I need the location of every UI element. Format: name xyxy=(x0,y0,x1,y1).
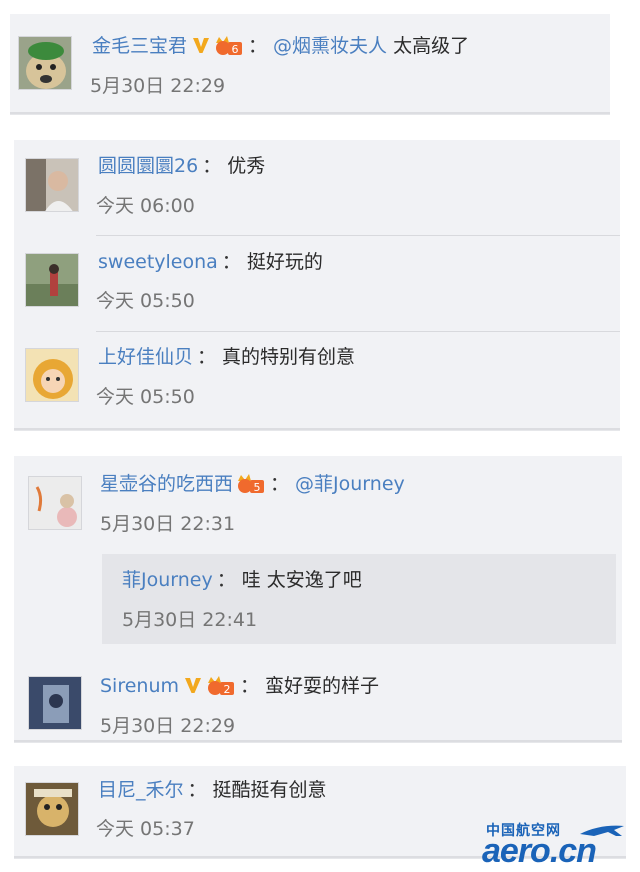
username-link[interactable]: 菲Journey xyxy=(122,569,213,591)
svg-text:5: 5 xyxy=(254,481,261,494)
avatar[interactable] xyxy=(25,348,79,402)
airplane-icon xyxy=(580,825,624,836)
colon: ： xyxy=(187,779,207,801)
verified-v-icon xyxy=(183,675,203,695)
username-link[interactable]: Sirenum xyxy=(100,675,179,697)
mention-link[interactable]: @烟熏妆夫人 xyxy=(273,35,387,57)
comment-text: 蛮好耍的样子 xyxy=(265,675,380,697)
member-level-icon: 5 xyxy=(236,472,266,494)
username-link[interactable]: 上好佳仙贝 xyxy=(98,346,193,368)
reply-line: 菲Journey：哇 太安逸了吧 xyxy=(122,568,362,592)
comment-line: 目尼_禾尔：挺酷挺有创意 xyxy=(98,778,327,802)
avatar[interactable] xyxy=(28,476,82,530)
comment-line: 圆圆圜圜26：优秀 xyxy=(98,154,265,178)
reply-text: 哇 太安逸了吧 xyxy=(241,569,362,591)
avatar-image xyxy=(29,477,81,529)
member-level-icon: 6 xyxy=(214,34,244,56)
username-link[interactable]: 目尼_禾尔 xyxy=(98,779,184,801)
comment-line: 上好佳仙贝：真的特别有创意 xyxy=(98,345,355,369)
username-link[interactable]: 星壶谷的吃西西 xyxy=(100,473,233,495)
avatar-image xyxy=(26,783,78,835)
username-link[interactable]: sweetyleona xyxy=(98,251,218,273)
comment-time: 今天 05:50 xyxy=(96,290,195,312)
avatar-image xyxy=(19,37,71,89)
avatar[interactable] xyxy=(25,253,79,307)
comment-time: 今天 05:37 xyxy=(96,818,195,840)
comment-line: sweetyleona：挺好玩的 xyxy=(98,250,323,274)
avatar-image xyxy=(26,254,78,306)
comment-text: 挺酷挺有创意 xyxy=(212,779,327,801)
colon: ： xyxy=(197,346,217,368)
avatar-image xyxy=(26,349,78,401)
reply-time: 5月30日 22:41 xyxy=(122,609,258,631)
colon: ： xyxy=(221,251,241,273)
avatar-image xyxy=(29,677,81,729)
aero-cn-watermark-logo: 中国航空网 aero.cn xyxy=(478,820,638,870)
avatar[interactable] xyxy=(18,36,72,90)
comment-text: 太高级了 xyxy=(393,35,470,57)
reply-box: 菲Journey：哇 太安逸了吧 5月30日 22:41 xyxy=(102,554,616,644)
comment-text: 优秀 xyxy=(227,155,266,177)
comment-time: 今天 05:50 xyxy=(96,386,195,408)
colon: ： xyxy=(248,35,268,57)
colon: ： xyxy=(270,473,290,495)
comment-time: 5月30日 22:31 xyxy=(100,513,236,535)
comment-text: 挺好玩的 xyxy=(246,251,323,273)
username-link[interactable]: 金毛三宝君 xyxy=(92,35,187,57)
avatar[interactable] xyxy=(25,782,79,836)
avatar[interactable] xyxy=(28,676,82,730)
comment-card-1: 金毛三宝君 6 ： @烟熏妆夫人 太高级了 5月30日 22:29 xyxy=(10,14,610,114)
verified-v-icon xyxy=(191,35,211,55)
comment-card-3: 星壶谷的吃西西 5： @菲Journey 5月30日 22:31 菲Journey：… xyxy=(14,456,622,742)
colon: ： xyxy=(240,675,260,697)
colon: ： xyxy=(202,155,222,177)
svg-text:6: 6 xyxy=(232,43,239,56)
comment-line: 星壶谷的吃西西 5 ： @菲Journey xyxy=(100,472,405,496)
comment-line: 金毛三宝君 6 ： @烟熏妆夫人 太高级了 xyxy=(92,34,469,58)
comment-time: 今天 06:00 xyxy=(96,195,195,217)
comment-time: 5月30日 22:29 xyxy=(100,715,236,737)
colon: ： xyxy=(216,569,236,591)
username-link[interactable]: 圆圆圜圜26 xyxy=(98,155,198,177)
divider xyxy=(96,235,620,236)
member-level-icon: 2 xyxy=(206,674,236,696)
comment-card-2: 圆圆圜圜26：优秀 今天 06:00 sweetyleona：挺好玩的 今天 0… xyxy=(14,140,620,430)
comment-line: Sirenum 2 ：蛮好耍的样子 xyxy=(100,674,379,698)
avatar-image xyxy=(26,159,78,211)
avatar[interactable] xyxy=(25,158,79,212)
comment-time: 5月30日 22:29 xyxy=(90,75,226,97)
comment-text: 真的特别有创意 xyxy=(222,346,356,368)
mention-link[interactable]: @菲Journey xyxy=(295,473,405,495)
svg-text:2: 2 xyxy=(224,683,231,696)
divider xyxy=(96,331,620,332)
